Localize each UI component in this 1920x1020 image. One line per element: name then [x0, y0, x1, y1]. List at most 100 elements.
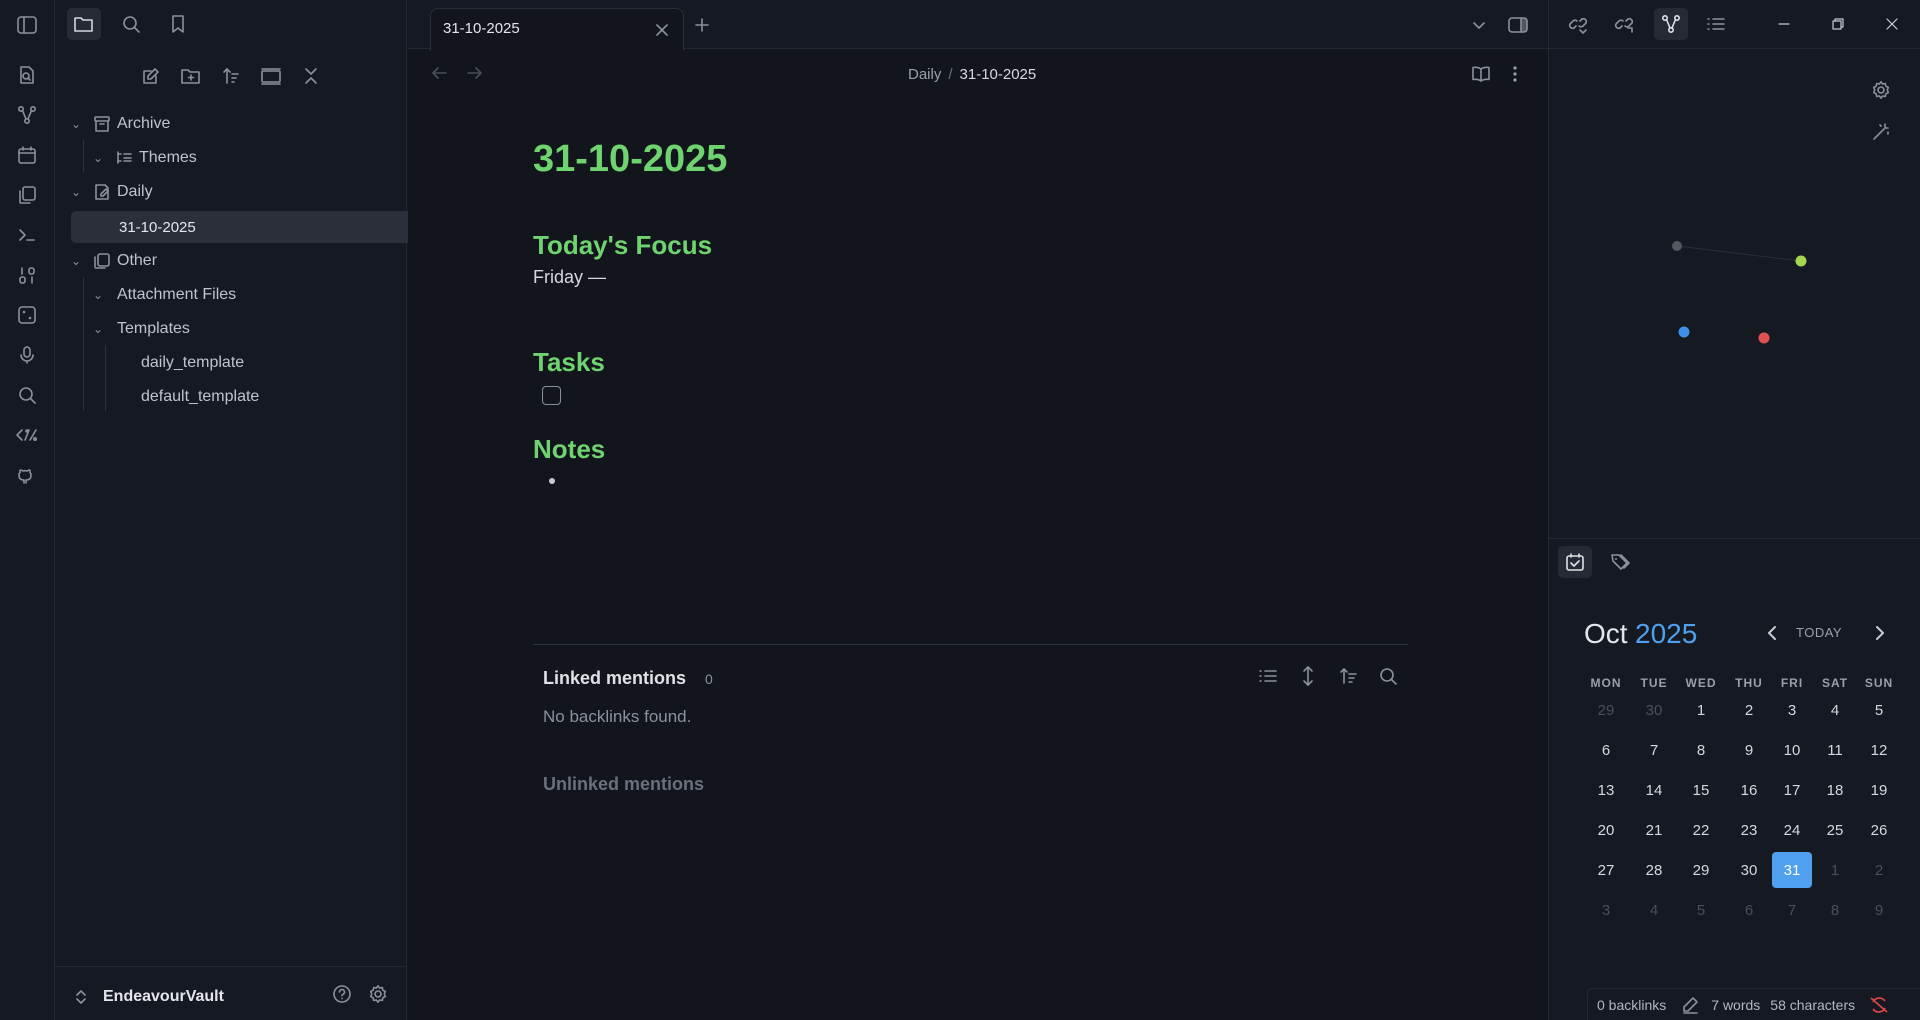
toggle-right-sidebar-icon[interactable] — [1506, 13, 1530, 37]
search-tab-icon[interactable] — [114, 8, 148, 40]
file-daily-template[interactable]: daily_template — [115, 347, 391, 379]
calendar-day[interactable]: 20 — [1586, 812, 1626, 848]
graph-node[interactable] — [1795, 255, 1807, 267]
next-month-chevron-icon[interactable] — [1869, 622, 1891, 644]
calendar-day[interactable]: 2 — [1729, 692, 1769, 728]
sort-numbers-icon[interactable] — [14, 262, 40, 288]
show-more-context-icon[interactable] — [1296, 663, 1320, 689]
calendar-day[interactable]: 7 — [1634, 732, 1674, 768]
unlinked-mentions-title[interactable]: Unlinked mentions — [543, 774, 704, 795]
collapse-all-icon[interactable] — [294, 60, 328, 92]
graph-view-icon[interactable] — [14, 102, 40, 128]
file-default-template[interactable]: default_template — [115, 381, 391, 413]
vault-switcher[interactable]: EndeavourVault — [73, 984, 333, 1010]
calendar-day[interactable]: 13 — [1586, 772, 1626, 808]
calendar-day[interactable]: 1 — [1815, 852, 1855, 888]
calendar-day[interactable]: 5 — [1859, 692, 1899, 728]
calendar-day-selected[interactable]: 31 — [1772, 852, 1812, 888]
tab-list-chevron-down-icon[interactable] — [1468, 14, 1490, 36]
outgoing-links-tab-icon[interactable] — [1608, 8, 1642, 40]
github-icon[interactable] — [14, 462, 40, 488]
calendar-day[interactable]: 30 — [1729, 852, 1769, 888]
bookmarks-tab-icon[interactable] — [161, 8, 195, 40]
sort-order-icon[interactable] — [1336, 665, 1360, 687]
copy-files-icon[interactable] — [14, 182, 40, 208]
reading-view-book-icon[interactable] — [1469, 62, 1493, 86]
calendar-day[interactable]: 25 — [1815, 812, 1855, 848]
sort-order-icon[interactable] — [214, 60, 248, 92]
new-tab-plus-icon[interactable] — [691, 14, 713, 36]
outline-tab-icon[interactable] — [1699, 8, 1733, 40]
calendar-day[interactable]: 22 — [1681, 812, 1721, 848]
calendar-day[interactable]: 29 — [1681, 852, 1721, 888]
sync-disabled-icon[interactable] — [1869, 996, 1889, 1014]
calendar-day[interactable]: 8 — [1815, 892, 1855, 928]
calendar-day[interactable]: 30 — [1634, 692, 1674, 728]
calendar-day[interactable]: 29 — [1586, 692, 1626, 728]
calendar-day[interactable]: 16 — [1729, 772, 1769, 808]
graph-node[interactable] — [1672, 241, 1682, 251]
calendar-day[interactable]: 24 — [1772, 812, 1812, 848]
calendar-day[interactable]: 27 — [1586, 852, 1626, 888]
file-explorer-tab-icon[interactable] — [67, 8, 101, 40]
microphone-icon[interactable] — [14, 342, 40, 368]
file-31-10-2025[interactable]: 31-10-2025 — [71, 211, 441, 243]
breadcrumb-parent[interactable]: Daily — [908, 66, 941, 83]
calendar-day[interactable]: 4 — [1634, 892, 1674, 928]
calendar-day[interactable]: 19 — [1859, 772, 1899, 808]
tab-31-10-2025[interactable]: 31-10-2025 — [430, 8, 684, 51]
graph-settings-gear-icon[interactable] — [1869, 78, 1893, 102]
folder-templates[interactable]: ⌄ Templates — [87, 313, 365, 345]
calendar-day[interactable]: 11 — [1815, 732, 1855, 768]
calendar-day[interactable]: 9 — [1729, 732, 1769, 768]
calendar-day[interactable]: 5 — [1681, 892, 1721, 928]
help-icon[interactable] — [325, 978, 359, 1010]
breadcrumb-current[interactable]: 31-10-2025 — [960, 66, 1037, 83]
open-quick-switcher-icon[interactable] — [14, 62, 40, 88]
animate-wand-icon[interactable] — [1869, 120, 1893, 144]
toggle-left-sidebar-icon[interactable] — [14, 12, 40, 38]
calendar-day[interactable]: 17 — [1772, 772, 1812, 808]
calendar-day[interactable]: 12 — [1859, 732, 1899, 768]
calendar-tab-icon[interactable] — [1558, 546, 1592, 578]
graph-node[interactable] — [1678, 326, 1690, 338]
auto-reveal-icon[interactable] — [254, 60, 288, 92]
backlinks-tab-icon[interactable] — [1562, 8, 1596, 40]
calendar-day[interactable]: 26 — [1859, 812, 1899, 848]
folder-other[interactable]: ⌄ Other — [65, 245, 365, 277]
calendar-day[interactable]: 6 — [1729, 892, 1769, 928]
folder-attachment-files[interactable]: ⌄ Attachment Files — [87, 279, 365, 311]
linked-mentions-title[interactable]: Linked mentions — [543, 668, 686, 689]
collapse-results-list-icon[interactable] — [1256, 665, 1280, 687]
more-options-icon[interactable] — [1505, 62, 1525, 86]
close-tab-icon[interactable] — [651, 19, 673, 41]
calendar-day[interactable]: 4 — [1815, 692, 1855, 728]
previous-month-chevron-icon[interactable] — [1761, 622, 1783, 644]
calendar-day[interactable]: 9 — [1859, 892, 1899, 928]
calendar-day[interactable]: 8 — [1681, 732, 1721, 768]
calendar-day[interactable]: 18 — [1815, 772, 1855, 808]
calendar-day[interactable]: 6 — [1586, 732, 1626, 768]
calendar-day[interactable]: 1 — [1681, 692, 1721, 728]
navigate-back-icon[interactable] — [428, 62, 450, 84]
status-backlinks[interactable]: 0 backlinks — [1597, 997, 1666, 1013]
settings-gear-icon[interactable] — [361, 978, 395, 1010]
minimize-window-icon[interactable] — [1767, 8, 1801, 40]
calendar-day[interactable]: 28 — [1634, 852, 1674, 888]
calendar-day[interactable]: 14 — [1634, 772, 1674, 808]
note-title[interactable]: 31-10-2025 — [533, 138, 727, 181]
command-palette-icon[interactable] — [14, 222, 40, 248]
restore-window-icon[interactable] — [1821, 8, 1855, 40]
calendar-day[interactable]: 21 — [1634, 812, 1674, 848]
new-note-icon[interactable] — [134, 60, 168, 92]
new-folder-icon[interactable] — [174, 60, 208, 92]
folder-daily[interactable]: ⌄ Daily — [65, 176, 365, 208]
calendar-day[interactable]: 3 — [1586, 892, 1626, 928]
templater-icon[interactable] — [14, 422, 40, 448]
calendar-day[interactable]: 3 — [1772, 692, 1812, 728]
search-icon[interactable] — [14, 382, 40, 408]
tags-tab-icon[interactable] — [1604, 546, 1638, 578]
navigate-forward-icon[interactable] — [464, 62, 486, 84]
close-window-icon[interactable] — [1875, 8, 1909, 40]
calendar-day[interactable]: 10 — [1772, 732, 1812, 768]
